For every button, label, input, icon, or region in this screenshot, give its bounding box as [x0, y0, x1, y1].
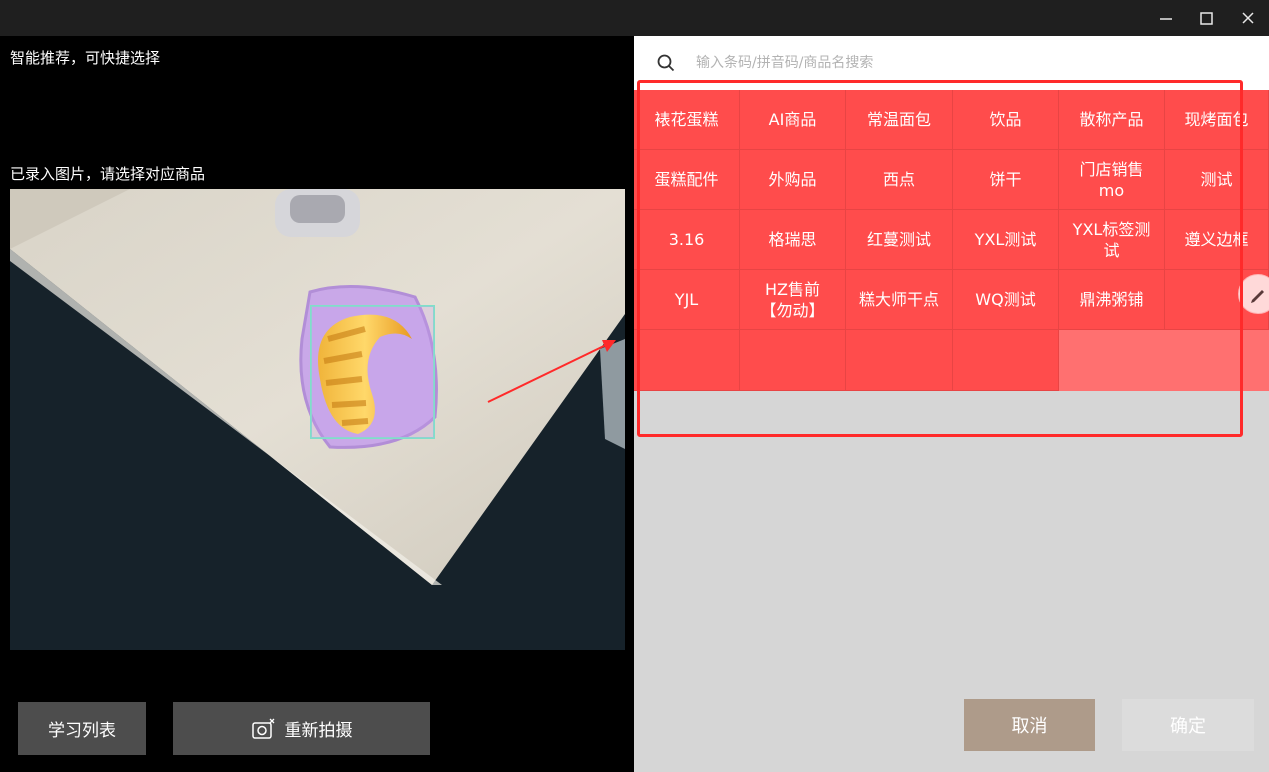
search-input[interactable]: [696, 50, 1236, 76]
camera-icon: [251, 718, 274, 739]
category-cell[interactable]: 鼎沸粥铺: [1059, 270, 1165, 330]
maximize-icon[interactable]: [1194, 6, 1218, 30]
search-bar: [634, 36, 1269, 90]
category-cell-empty: [846, 330, 953, 391]
category-cell[interactable]: 散称产品: [1059, 90, 1165, 150]
retake-label: 重新拍摄: [284, 721, 353, 741]
category-cell[interactable]: HZ售前 【勿动】: [740, 270, 846, 330]
category-cell[interactable]: YJL: [634, 270, 740, 330]
category-cell-empty: [1059, 330, 1165, 391]
category-grid: 裱花蛋糕 AI商品 常温面包 饮品 散称产品 现烤面包 蛋糕配件 外购品 西点 …: [634, 90, 1269, 391]
pencil-icon: [1251, 290, 1264, 303]
category-cell-empty: [1165, 330, 1269, 391]
category-cell[interactable]: 裱花蛋糕: [634, 90, 740, 150]
right-panel: 裱花蛋糕 AI商品 常温面包 饮品 散称产品 现烤面包 蛋糕配件 外购品 西点 …: [634, 36, 1269, 772]
category-cell[interactable]: 西点: [846, 150, 953, 210]
category-cell[interactable]: 饼干: [953, 150, 1059, 210]
category-cell[interactable]: 测试: [1165, 150, 1269, 210]
category-cell[interactable]: 饮品: [953, 90, 1059, 150]
cancel-button[interactable]: 取消: [964, 699, 1095, 751]
captured-photo: [10, 189, 625, 650]
learn-list-label: 学习列表: [48, 721, 116, 741]
category-cell[interactable]: YXL标签测 试: [1059, 210, 1165, 270]
category-cell[interactable]: 3.16: [634, 210, 740, 270]
category-cell[interactable]: AI商品: [740, 90, 846, 150]
recorded-image-caption: 已录入图片，请选择对应商品: [10, 165, 206, 183]
category-cell[interactable]: WQ测试: [953, 270, 1059, 330]
category-cell[interactable]: 门店销售 mo: [1059, 150, 1165, 210]
category-cell[interactable]: 糕大师干点: [846, 270, 953, 330]
learn-list-button[interactable]: 学习列表: [18, 702, 146, 755]
category-cell[interactable]: 红蔓测试: [846, 210, 953, 270]
category-cell-empty: [634, 330, 740, 391]
category-cell[interactable]: 遵义边框: [1165, 210, 1269, 270]
category-cell[interactable]: 现烤面包: [1165, 90, 1269, 150]
smart-recommend-caption: 智能推荐，可快捷选择: [10, 49, 161, 67]
close-icon[interactable]: [1236, 6, 1260, 30]
category-cell[interactable]: 格瑞思: [740, 210, 846, 270]
left-panel: 智能推荐，可快捷选择 已录入图片，请选择对应商品 学习列表 重新拍摄: [0, 36, 634, 772]
category-cell-empty: [953, 330, 1059, 391]
minimize-icon[interactable]: [1154, 6, 1178, 30]
confirm-button[interactable]: 确定: [1122, 699, 1254, 751]
category-cell[interactable]: 常温面包: [846, 90, 953, 150]
search-icon: [657, 54, 675, 72]
window-titlebar: [0, 0, 1269, 36]
category-cell-empty: [740, 330, 846, 391]
retake-photo-button[interactable]: 重新拍摄: [173, 702, 430, 755]
category-cell[interactable]: 蛋糕配件: [634, 150, 740, 210]
category-cell[interactable]: 外购品: [740, 150, 846, 210]
category-cell[interactable]: YXL测试: [953, 210, 1059, 270]
